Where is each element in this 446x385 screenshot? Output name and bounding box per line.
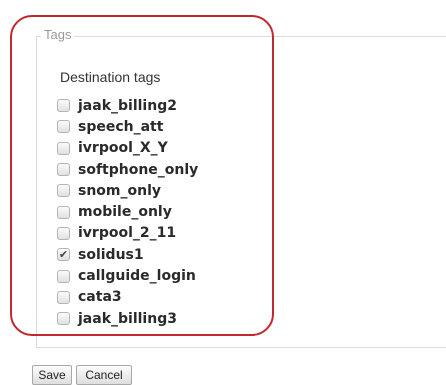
tag-label: solidus1	[78, 246, 144, 263]
checkbox[interactable]	[57, 163, 70, 177]
checkbox[interactable]	[57, 205, 70, 219]
checkbox[interactable]	[57, 312, 70, 326]
checkbox[interactable]: ✔	[57, 248, 70, 262]
tag-checkbox-list: jaak_billing2 speech_att ivrpool_X_Y sof…	[57, 95, 198, 329]
checkbox[interactable]	[57, 269, 70, 283]
tag-row[interactable]: mobile_only	[57, 201, 198, 222]
tag-label: jaak_billing3	[78, 310, 177, 327]
tag-row[interactable]: jaak_billing2	[57, 95, 198, 116]
tag-label: ivrpool_X_Y	[78, 140, 168, 157]
checkbox[interactable]	[57, 120, 70, 134]
tag-row[interactable]: speech_att	[57, 116, 198, 137]
tag-label: mobile_only	[78, 204, 172, 221]
fieldset-legend: Tags	[41, 26, 75, 44]
tag-row[interactable]: ✔ solidus1	[57, 244, 198, 265]
tag-label: cata3	[78, 289, 122, 306]
tag-label: callguide_login	[78, 268, 196, 285]
checkbox[interactable]	[57, 141, 70, 155]
tag-row[interactable]: softphone_only	[57, 159, 198, 180]
cancel-button[interactable]: Cancel	[76, 365, 132, 385]
tag-row[interactable]: callguide_login	[57, 265, 198, 286]
checkbox[interactable]	[57, 290, 70, 304]
tag-label: snom_only	[78, 182, 162, 199]
tag-row[interactable]: snom_only	[57, 180, 198, 201]
tag-label: ivrpool_2_11	[78, 225, 177, 242]
tag-row[interactable]: cata3	[57, 287, 198, 308]
checkbox[interactable]	[57, 184, 70, 198]
tag-label: softphone_only	[78, 161, 199, 178]
tag-row[interactable]: ivrpool_X_Y	[57, 138, 198, 159]
destination-tags-label: Destination tags	[60, 69, 161, 85]
tag-row[interactable]: ivrpool_2_11	[57, 223, 198, 244]
checkbox[interactable]	[57, 226, 70, 240]
save-button[interactable]: Save	[32, 365, 72, 385]
tag-label: speech_att	[78, 118, 164, 135]
tag-label: jaak_billing2	[78, 97, 177, 114]
checkbox[interactable]	[57, 99, 70, 113]
tag-row[interactable]: jaak_billing3	[57, 308, 198, 329]
